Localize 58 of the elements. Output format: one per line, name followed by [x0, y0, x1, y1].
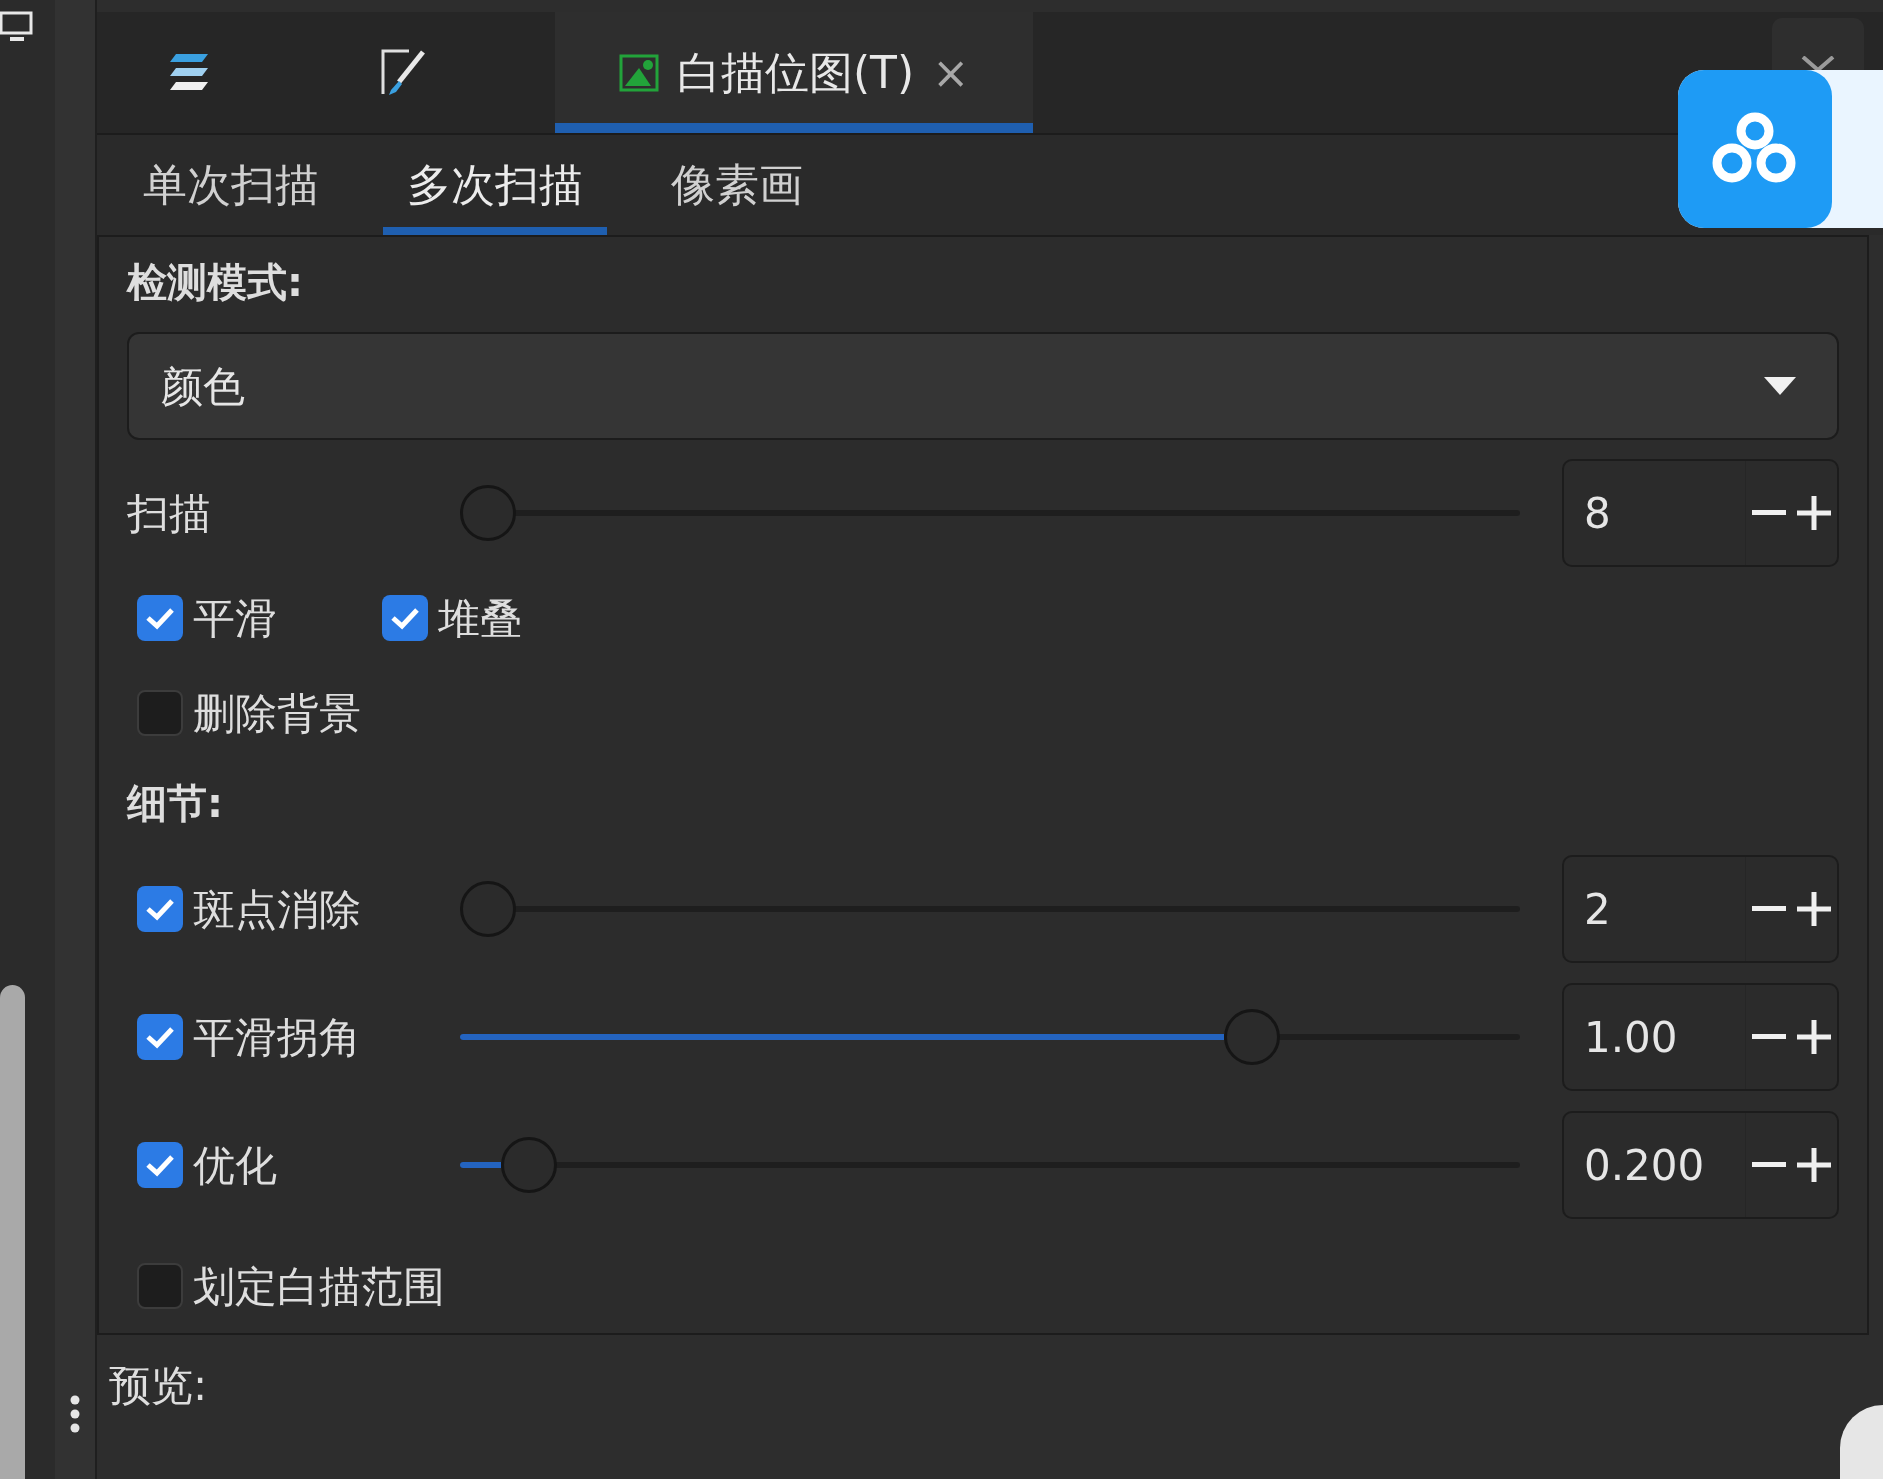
- slider-thumb[interactable]: [460, 881, 516, 937]
- checkbox-label: 平滑: [193, 592, 277, 645]
- checkbox[interactable]: [137, 1014, 183, 1060]
- spin-box[interactable]: 1.00: [1562, 983, 1839, 1091]
- slider-thumb[interactable]: [460, 485, 516, 541]
- tab-label: 白描位图(T): [676, 45, 915, 100]
- monitor-icon[interactable]: [0, 10, 34, 44]
- close-button[interactable]: [1772, 18, 1864, 70]
- checkbox-label: 划定白描范围: [193, 1260, 445, 1313]
- subtab[interactable]: 多次扫描: [383, 135, 607, 235]
- subtab[interactable]: 像素画: [647, 135, 827, 235]
- plus-icon: [1797, 892, 1831, 926]
- checkbox[interactable]: [137, 1263, 183, 1309]
- check-icon: [145, 1153, 175, 1177]
- subtab[interactable]: 单次扫描: [119, 135, 343, 235]
- caret-icon: [1763, 376, 1797, 396]
- scrollbar-thumb[interactable]: [0, 985, 25, 1479]
- floating-widget[interactable]: [1678, 70, 1883, 228]
- preview-label: 预览:: [109, 1359, 208, 1412]
- close-tab-button[interactable]: ×: [932, 39, 970, 106]
- checkbox-label: 平滑拐角: [193, 1011, 361, 1064]
- tab[interactable]: 白描位图(T) ×: [555, 12, 1033, 133]
- plus-icon: [1797, 496, 1831, 530]
- check-icon: [145, 1025, 175, 1049]
- spin-box[interactable]: 8: [1562, 459, 1839, 567]
- checkbox[interactable]: [137, 1142, 183, 1188]
- spin-value: 8: [1583, 487, 1612, 540]
- slider-label: 扫描: [127, 487, 212, 540]
- checkbox[interactable]: [137, 595, 183, 641]
- section-label: 检测模式:: [127, 258, 303, 307]
- minus-icon: [1751, 1034, 1786, 1040]
- section-label: 细节:: [127, 779, 223, 828]
- close-icon: [1801, 56, 1835, 70]
- checkbox-label: 斑点消除: [193, 883, 361, 936]
- checkbox-label: 删除背景: [193, 687, 361, 740]
- spin-value: 2: [1583, 883, 1612, 936]
- spin-box[interactable]: 0.200: [1562, 1111, 1839, 1219]
- spin-value: 0.200: [1583, 1139, 1706, 1192]
- check-icon: [145, 897, 175, 921]
- checkbox[interactable]: [382, 595, 428, 641]
- checkbox-label: 堆叠: [438, 592, 522, 645]
- more-icon[interactable]: [69, 1395, 81, 1433]
- check-icon: [390, 606, 420, 630]
- checkbox-label: 优化: [193, 1139, 277, 1192]
- checkbox[interactable]: [137, 690, 183, 736]
- floating-button[interactable]: [1840, 1405, 1883, 1479]
- minus-icon: [1751, 510, 1786, 516]
- dropdown[interactable]: 颜色: [127, 332, 1839, 440]
- check-icon: [145, 606, 175, 630]
- minus-icon: [1751, 906, 1786, 912]
- plus-icon: [1797, 1020, 1831, 1054]
- brush-icon: [379, 47, 427, 98]
- spin-box[interactable]: 2: [1562, 855, 1839, 963]
- image-icon: [618, 53, 659, 92]
- spin-value: 1.00: [1583, 1011, 1679, 1064]
- plus-icon: [1797, 1148, 1831, 1182]
- minus-icon: [1751, 1162, 1786, 1168]
- checkbox[interactable]: [137, 886, 183, 932]
